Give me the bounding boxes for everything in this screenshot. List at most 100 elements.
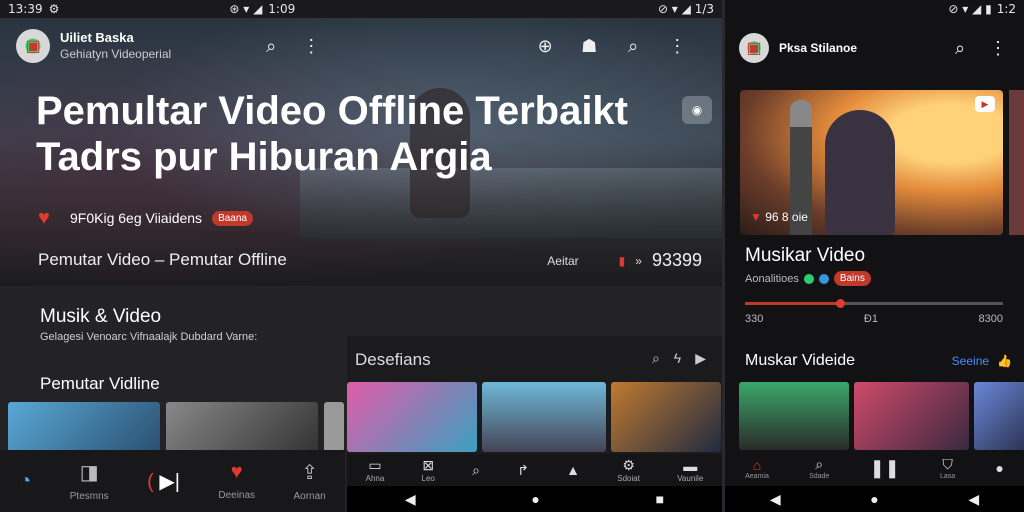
mountain-icon: ▲ — [566, 462, 581, 478]
nav-label: Ahna — [365, 474, 385, 483]
signal-icons: ⊛ ▾ ◢ — [229, 2, 263, 16]
thumbnail-row — [739, 382, 1024, 450]
nav-skip[interactable]: ( ▶| — [147, 469, 180, 494]
search-icon[interactable]: ⌕ — [259, 34, 283, 58]
video-thumbnail[interactable] — [347, 382, 477, 452]
video-thumbnail[interactable] — [166, 402, 318, 452]
skip-icon: ( ▶| — [147, 470, 180, 493]
tv-icon: ▭ — [368, 457, 382, 473]
nav-films[interactable]: ◨ Ptesmns — [70, 460, 109, 502]
zoom-icon[interactable]: ⊕ — [533, 34, 557, 58]
flash-icon[interactable]: ϟ — [674, 350, 681, 367]
app-logo[interactable]: ▣ — [16, 29, 50, 63]
more-icon[interactable]: ⋮ — [299, 34, 323, 58]
see-all-label: Seeine — [951, 354, 990, 368]
search-nav-icon: ⌕ — [472, 461, 480, 478]
more-icon-2[interactable]: ⋮ — [665, 34, 689, 58]
app-name: Uiliet Baska Gehiatyn Videoperial — [60, 30, 171, 62]
section-title: Muskar Videide — [745, 352, 855, 369]
system-nav-bar: ◀ ● ◀ — [725, 486, 1024, 512]
arrows-icon: » — [635, 253, 642, 268]
search-icon[interactable]: ⌕ — [948, 36, 972, 60]
search-icon-3[interactable]: ⌕ — [652, 350, 660, 367]
nav-item[interactable]: ● — [995, 460, 1003, 476]
nav-label: Aornan — [293, 491, 326, 502]
video-thumbnail[interactable] — [482, 382, 606, 452]
recents-icon[interactable]: ■ — [656, 491, 664, 507]
back-icon[interactable]: ◀ — [405, 491, 416, 508]
nav-favorites[interactable]: ♥ Deeinas — [218, 461, 255, 501]
share-icon: ⇪ — [301, 462, 318, 484]
thumb-up-icon: 👍 — [997, 354, 1012, 368]
video-thumbnail[interactable] — [8, 402, 160, 452]
like-icon[interactable]: ▮ — [619, 254, 626, 268]
nav-item[interactable]: ▲ — [566, 462, 580, 478]
bell-icon[interactable]: ☗ — [577, 34, 601, 58]
status-time: 13:39 — [8, 2, 43, 16]
nav-item[interactable]: ❚❚ — [870, 458, 900, 479]
thumbnail-row-2 — [347, 382, 721, 452]
status-right: ⊘ ▾ ◢ 1/3 — [657, 2, 714, 16]
nav-label: Deeinas — [218, 490, 256, 501]
gear-icon: ⚙ — [622, 457, 635, 473]
panel-title: Desefians — [355, 350, 431, 369]
hero-meta-text: 9F0Kig 6eg Viiaidens — [70, 210, 203, 226]
play-icon[interactable]: ▶ — [695, 350, 706, 367]
nav-label: Ptesmns — [69, 491, 109, 502]
back-icon[interactable]: ◀ — [770, 491, 781, 508]
next-thumbnail[interactable] — [1009, 90, 1024, 235]
nav-item[interactable]: ⛉ Lasa — [940, 456, 955, 480]
status-clock: 1:09 — [268, 2, 296, 16]
nav-item[interactable]: ↱ — [517, 462, 529, 479]
video-thumbnail[interactable] — [854, 382, 969, 450]
thumbnail-row — [8, 402, 344, 452]
status-bar: 13:39 ⚙ ⊛ ▾ ◢ 1:09 ⊘ ▾ ◢ 1/3 — [0, 0, 722, 18]
panel-nav: ▭ Ahna ⊠ Leo ⌕ ↱ ▲ ⚙ Sdoiat ▬ Vaunile — [347, 454, 722, 486]
time-middle: Ð1 — [863, 313, 878, 325]
nav-item[interactable]: ⌕ Sdade — [809, 456, 829, 480]
progress-fill — [745, 302, 841, 305]
panel-actions: ⌕ ϟ ▶ — [652, 350, 706, 367]
time-start: 330 — [745, 313, 764, 325]
nav-item[interactable]: ⌕ — [472, 462, 480, 479]
recents-icon[interactable]: ◀ — [968, 491, 979, 508]
nav-item[interactable]: ⚙ Sdoiat — [617, 457, 640, 483]
hero-meta: ♥ 9F0Kig 6eg Viiaidens Baana — [38, 208, 253, 228]
nav-item[interactable]: ▬ Vaunile — [677, 458, 703, 483]
home-button-icon[interactable]: ● — [531, 491, 539, 507]
hero-label-text: 96 8 oie — [765, 210, 808, 224]
progress-bar[interactable] — [745, 299, 1003, 308]
home-button-icon[interactable]: ● — [870, 491, 878, 507]
nav-label: Lasa — [939, 473, 956, 480]
user-icon: ● — [995, 460, 1004, 476]
search-icon-2[interactable]: ⌕ — [621, 34, 645, 58]
nav-home[interactable]: ◔ — [19, 470, 31, 493]
top-bar: ▣ Pksa Stilanoe ⌕ ⋮ — [725, 28, 1024, 68]
see-all-link[interactable]: Seeine 👍 — [952, 354, 1012, 368]
nav-item[interactable]: ⊠ Leo — [422, 457, 435, 483]
section-description: Gelagesi Venoarc Vifnaalajk Dubdard Varn… — [40, 331, 258, 343]
pause-icon: ❚❚ — [869, 457, 900, 478]
app-title: Uiliet Baska — [60, 30, 134, 45]
video-player[interactable]: ▶ ▼ 96 8 oie — [740, 90, 1003, 235]
app-logo[interactable]: ▣ — [739, 33, 769, 63]
progress-knob[interactable] — [836, 299, 846, 308]
video-thumbnail[interactable] — [974, 382, 1024, 450]
system-nav-bar: ◀ ● ■ — [347, 486, 722, 512]
heart-icon: ♥ — [230, 461, 243, 483]
nav-item[interactable]: ⌂ Aeamia — [745, 457, 769, 480]
video-thumbnail[interactable] — [611, 382, 721, 452]
singer — [825, 110, 895, 235]
nav-share[interactable]: ⇪ Aornan — [293, 460, 325, 502]
settings-icon: ⚙ — [48, 2, 60, 16]
nav-label: Aeamia — [745, 472, 769, 480]
nav-item[interactable]: ▭ Ahna — [366, 457, 385, 483]
top-bar: ▣ Uiliet Baska Gehiatyn Videoperial ⌕ ⋮ … — [0, 22, 722, 70]
nav-label: Leo — [421, 474, 435, 483]
heart-icon[interactable]: ♥ — [38, 208, 60, 228]
more-icon[interactable]: ⋮ — [986, 36, 1010, 60]
video-thumbnail[interactable] — [324, 402, 344, 452]
play-badge-icon[interactable]: ▶ — [975, 96, 995, 112]
hero-count: 93399 — [651, 250, 702, 270]
video-thumbnail[interactable] — [739, 382, 849, 450]
